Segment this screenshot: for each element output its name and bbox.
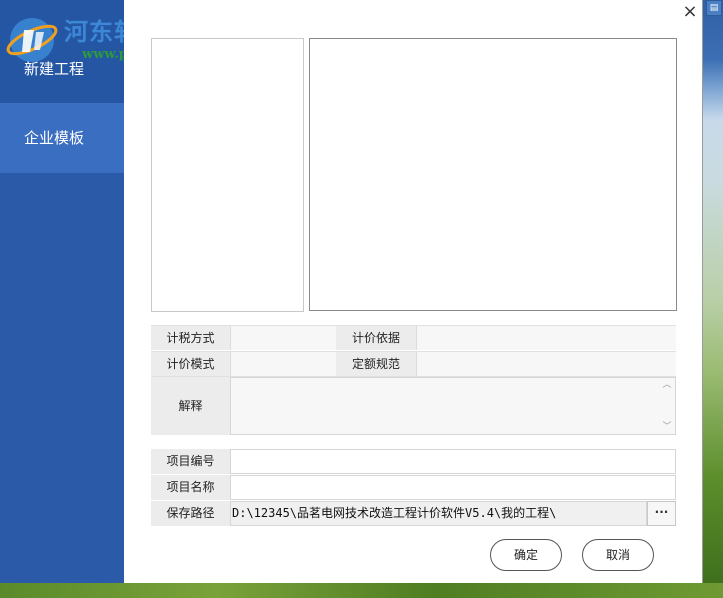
tax-method-label: 计税方式 <box>151 326 230 350</box>
browse-button[interactable]: ··· <box>647 501 676 526</box>
pricing-mode-value <box>230 352 336 376</box>
quota-spec-value <box>416 352 676 376</box>
save-path-row: 保存路径 D:\12345\品茗电网技术改造工程计价软件V5.4\我的工程\ ·… <box>151 501 676 526</box>
close-icon[interactable]: × <box>682 2 698 22</box>
project-number-label: 项目编号 <box>151 449 230 474</box>
project-number-input[interactable] <box>230 449 676 474</box>
sidebar-item-label: 企业模板 <box>24 129 85 147</box>
sidebar-item-enterprise-template[interactable]: 企业模板 <box>0 103 124 173</box>
ok-button[interactable]: 确定 <box>490 539 562 571</box>
chevron-up-icon[interactable]: ︿ <box>662 380 672 390</box>
explain-label: 解释 <box>151 377 230 435</box>
info-row-tax: 计税方式 计价依据 <box>151 325 676 350</box>
project-name-row: 项目名称 <box>151 475 676 500</box>
template-list-panel[interactable] <box>309 38 677 311</box>
sidebar: 新建工程 企业模板 <box>0 0 124 583</box>
template-tree-panel[interactable] <box>151 38 304 312</box>
project-number-row: 项目编号 <box>151 449 676 474</box>
app-window: ▤ 新建工程 企业模板 河东软件园 www.pc0359.cn × 计税方式 计… <box>0 0 723 598</box>
desktop-shortcut-icon[interactable]: ▤ <box>706 0 722 16</box>
explain-row: 解释 ︿ ﹀ <box>151 376 676 435</box>
hedong-logo-icon <box>6 18 58 62</box>
pricing-basis-value <box>416 326 676 350</box>
info-row-mode: 计价模式 定额规范 <box>151 351 676 376</box>
cancel-button[interactable]: 取消 <box>582 539 654 571</box>
quota-spec-label: 定额规范 <box>336 352 416 376</box>
tax-method-value <box>230 326 336 350</box>
explain-textarea[interactable]: ︿ ﹀ <box>230 377 676 435</box>
save-path-label: 保存路径 <box>151 501 230 526</box>
project-name-input[interactable] <box>230 475 676 500</box>
chevron-down-icon[interactable]: ﹀ <box>662 422 672 432</box>
desktop-background <box>703 0 723 598</box>
desktop-grass-strip <box>0 583 723 598</box>
pricing-mode-label: 计价模式 <box>151 352 230 376</box>
project-name-label: 项目名称 <box>151 475 230 500</box>
save-path-input[interactable]: D:\12345\品茗电网技术改造工程计价软件V5.4\我的工程\ <box>230 501 647 526</box>
pricing-basis-label: 计价依据 <box>336 326 416 350</box>
